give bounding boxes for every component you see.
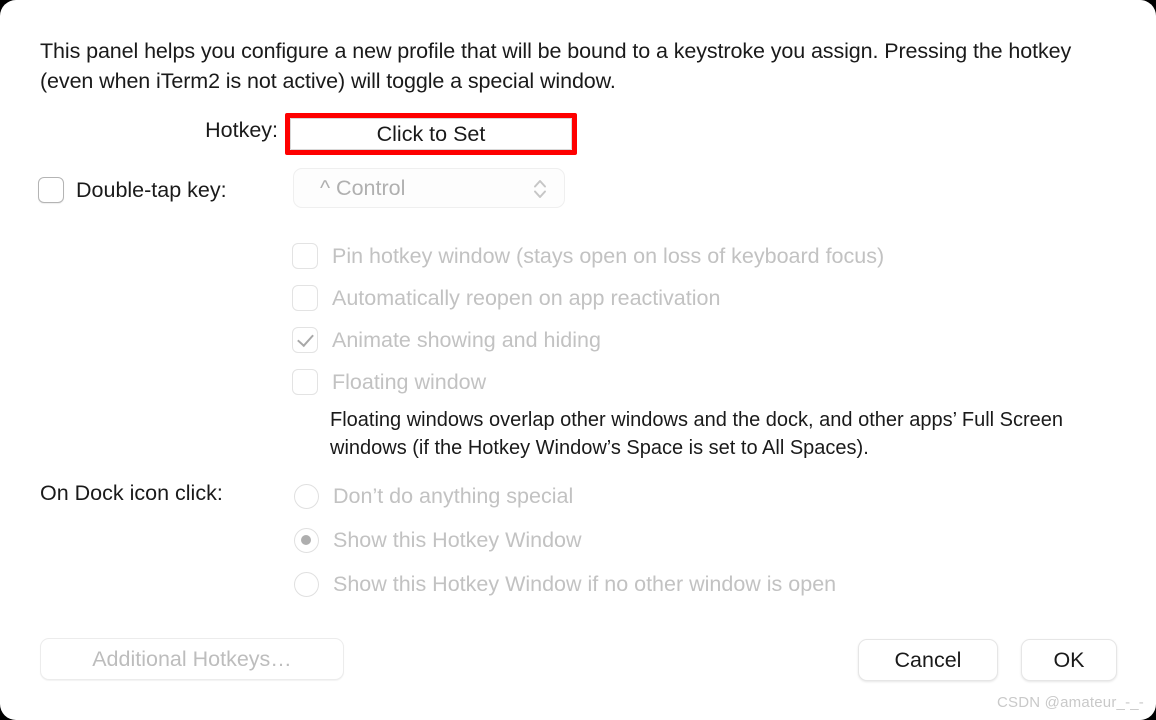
option-label: Floating window bbox=[332, 369, 487, 394]
floating-window-note: Floating windows overlap other windows a… bbox=[330, 409, 1064, 459]
auto-reopen-checkbox[interactable] bbox=[292, 285, 318, 311]
dock-icon-click-label: On Dock icon click: bbox=[40, 481, 223, 505]
option-label: Animate showing and hiding bbox=[332, 327, 601, 352]
option-animate-showing-hiding[interactable]: Animate showing and hiding bbox=[292, 325, 601, 355]
double-tap-checkbox[interactable] bbox=[38, 177, 64, 203]
chevron-up-down-icon bbox=[532, 176, 548, 202]
dock-option-label: Show this Hotkey Window if no other wind… bbox=[333, 571, 837, 596]
option-label: Automatically reopen on app reactivation bbox=[332, 285, 721, 310]
watermark: CSDN @amateur_-_- bbox=[997, 694, 1144, 711]
dialog-body: This panel helps you configure a new pro… bbox=[0, 0, 1156, 690]
intro-description: This panel helps you configure a new pro… bbox=[40, 39, 1072, 93]
dock-option-show-if-no-other-window[interactable]: Show this Hotkey Window if no other wind… bbox=[294, 569, 836, 599]
hotkey-label: Hotkey: bbox=[205, 118, 278, 142]
option-floating-window[interactable]: Floating window bbox=[292, 367, 486, 397]
ok-button[interactable]: OK bbox=[1021, 639, 1117, 681]
dont-do-anything-radio[interactable] bbox=[294, 483, 319, 509]
option-auto-reopen[interactable]: Automatically reopen on app reactivation bbox=[292, 283, 720, 313]
dock-option-dont-do-anything[interactable]: Don’t do anything special bbox=[294, 481, 573, 511]
double-tap-key-value: ^ Control bbox=[320, 175, 406, 200]
option-label: Pin hotkey window (stays open on loss of… bbox=[332, 243, 885, 268]
dock-option-label: Don’t do anything special bbox=[333, 483, 574, 508]
double-tap-label: Double-tap key: bbox=[76, 177, 227, 202]
show-hotkey-window-radio[interactable] bbox=[294, 527, 319, 553]
cancel-button[interactable]: Cancel bbox=[858, 639, 998, 681]
show-if-no-other-window-radio[interactable] bbox=[294, 571, 319, 597]
animate-showing-hiding-checkbox[interactable] bbox=[292, 327, 318, 353]
additional-hotkeys-button[interactable]: Additional Hotkeys… bbox=[40, 638, 344, 680]
pin-hotkey-window-checkbox[interactable] bbox=[292, 243, 318, 269]
dock-option-label: Show this Hotkey Window bbox=[333, 527, 582, 552]
option-pin-hotkey-window[interactable]: Pin hotkey window (stays open on loss of… bbox=[292, 241, 884, 271]
floating-window-checkbox[interactable] bbox=[292, 369, 318, 395]
hotkey-highlight-box bbox=[285, 113, 577, 155]
double-tap-key-select[interactable]: ^ Control bbox=[293, 168, 565, 208]
hotkey-settings-dialog: This panel helps you configure a new pro… bbox=[0, 0, 1156, 720]
dock-option-show-hotkey-window[interactable]: Show this Hotkey Window bbox=[294, 525, 582, 555]
